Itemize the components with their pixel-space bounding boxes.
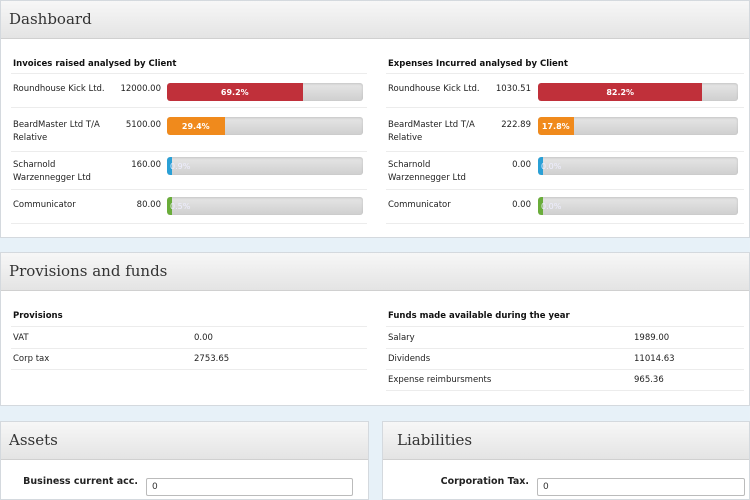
divider <box>386 189 744 190</box>
progress-bar: 0.9% <box>167 157 363 175</box>
expenses-section-title: Expenses Incurred analysed by Client <box>388 59 568 69</box>
expense-row: Scharnold Warzennegger Ltd 0.00 0.0% <box>388 157 746 189</box>
progress-percent: 0.9% <box>170 161 191 171</box>
divider <box>386 390 744 391</box>
divider <box>386 107 744 108</box>
divider <box>11 189 367 190</box>
progress-fill: 29.4% <box>167 117 225 135</box>
progress-percent: 0.5% <box>170 201 191 211</box>
corporation-tax-label: Corporation Tax. <box>440 476 529 487</box>
expense-row: Roundhouse Kick Ltd. 1030.51 82.2% <box>388 83 746 113</box>
progress-fill: 17.8% <box>538 117 574 135</box>
progress-fill: 82.2% <box>538 83 703 101</box>
provision-label: VAT <box>13 333 29 343</box>
fund-value: 11014.63 <box>634 354 675 364</box>
provisions-title: Provisions <box>13 311 63 321</box>
progress-fill: 0.0% <box>538 197 561 215</box>
divider <box>11 73 367 74</box>
client-name: BeardMaster Ltd T/A Relative <box>388 120 475 143</box>
liabilities-title: Liabilities <box>397 431 473 449</box>
funds-title: Funds made available during the year <box>388 311 570 321</box>
divider <box>11 223 367 224</box>
divider <box>386 369 744 370</box>
divider <box>386 223 744 224</box>
divider <box>386 73 744 74</box>
provision-label: Corp tax <box>13 354 50 364</box>
client-amount: 0.00 <box>512 160 531 170</box>
divider <box>386 326 744 327</box>
fund-value: 1989.00 <box>634 333 670 343</box>
assets-title: Assets <box>9 431 58 449</box>
progress-bar: 0.0% <box>538 197 738 215</box>
progress-fill: 0.0% <box>538 157 561 175</box>
assets-panel: Assets Business current acc. <box>0 421 369 500</box>
invoice-row: Scharnold Warzennegger Ltd 160.00 0.9% <box>13 157 369 189</box>
progress-percent: 82.2% <box>606 87 635 97</box>
invoice-row: Communicator 80.00 0.5% <box>13 197 369 229</box>
dashboard-header: Dashboard <box>1 1 749 39</box>
divider <box>11 326 367 327</box>
provision-value: 2753.65 <box>194 354 230 364</box>
divider <box>386 348 744 349</box>
progress-fill: 69.2% <box>167 83 303 101</box>
divider <box>11 151 367 152</box>
fund-label: Salary <box>388 333 415 343</box>
fund-label: Expense reimbursments <box>388 375 492 385</box>
progress-fill: 0.5% <box>167 197 190 215</box>
client-amount: 160.00 <box>131 160 161 170</box>
progress-bar: 69.2% <box>167 83 363 101</box>
client-name: Communicator <box>13 200 76 210</box>
provisions-funds-panel: Provisions and funds Provisions VAT 0.00… <box>0 252 750 406</box>
progress-percent: 29.4% <box>181 121 210 131</box>
client-amount: 5100.00 <box>125 120 161 130</box>
client-amount: 1030.51 <box>495 84 531 94</box>
dashboard-panel: Dashboard Invoices raised analysed by Cl… <box>0 0 750 238</box>
corporation-tax-input[interactable] <box>537 478 745 496</box>
divider <box>11 369 367 370</box>
progress-bar: 0.5% <box>167 197 363 215</box>
invoices-section-title: Invoices raised analysed by Client <box>13 59 177 69</box>
expense-row: BeardMaster Ltd T/A Relative 222.89 17.8… <box>388 117 746 149</box>
expense-row: Communicator 0.00 0.0% <box>388 197 746 229</box>
fund-value: 965.36 <box>634 375 664 385</box>
progress-percent: 69.2% <box>220 87 249 97</box>
progress-bar: 29.4% <box>167 117 363 135</box>
client-name: Roundhouse Kick Ltd. <box>13 84 105 94</box>
invoice-row: Roundhouse Kick Ltd. 12000.00 69.2% <box>13 83 369 113</box>
client-name: Communicator <box>388 200 451 210</box>
progress-bar: 17.8% <box>538 117 738 135</box>
client-amount: 12000.00 <box>120 84 161 94</box>
progress-fill: 0.9% <box>167 157 190 175</box>
provisions-funds-header: Provisions and funds <box>1 253 749 291</box>
progress-percent: 0.0% <box>541 161 562 171</box>
client-name: Roundhouse Kick Ltd. <box>388 84 480 94</box>
divider <box>386 151 744 152</box>
progress-bar: 0.0% <box>538 157 738 175</box>
progress-percent: 0.0% <box>541 201 562 211</box>
client-amount: 80.00 <box>136 200 161 210</box>
business-current-acc-label: Business current acc. <box>23 476 138 487</box>
divider <box>11 107 367 108</box>
progress-percent: 17.8% <box>541 121 570 131</box>
client-amount: 0.00 <box>512 200 531 210</box>
client-amount: 222.89 <box>501 120 531 130</box>
client-name: BeardMaster Ltd T/A Relative <box>13 120 100 143</box>
assets-header: Assets <box>1 422 368 460</box>
client-name: Scharnold Warzennegger Ltd <box>13 160 91 183</box>
client-name: Scharnold Warzennegger Ltd <box>388 160 466 183</box>
divider <box>11 348 367 349</box>
liabilities-panel: Liabilities Corporation Tax. <box>382 421 750 500</box>
invoice-row: BeardMaster Ltd T/A Relative 5100.00 29.… <box>13 117 369 149</box>
liabilities-header: Liabilities <box>383 422 749 460</box>
business-current-acc-input[interactable] <box>146 478 353 496</box>
provisions-funds-title: Provisions and funds <box>9 262 168 280</box>
dashboard-title: Dashboard <box>9 10 92 28</box>
provision-value: 0.00 <box>194 333 213 343</box>
progress-bar: 82.2% <box>538 83 738 101</box>
fund-label: Dividends <box>388 354 431 364</box>
